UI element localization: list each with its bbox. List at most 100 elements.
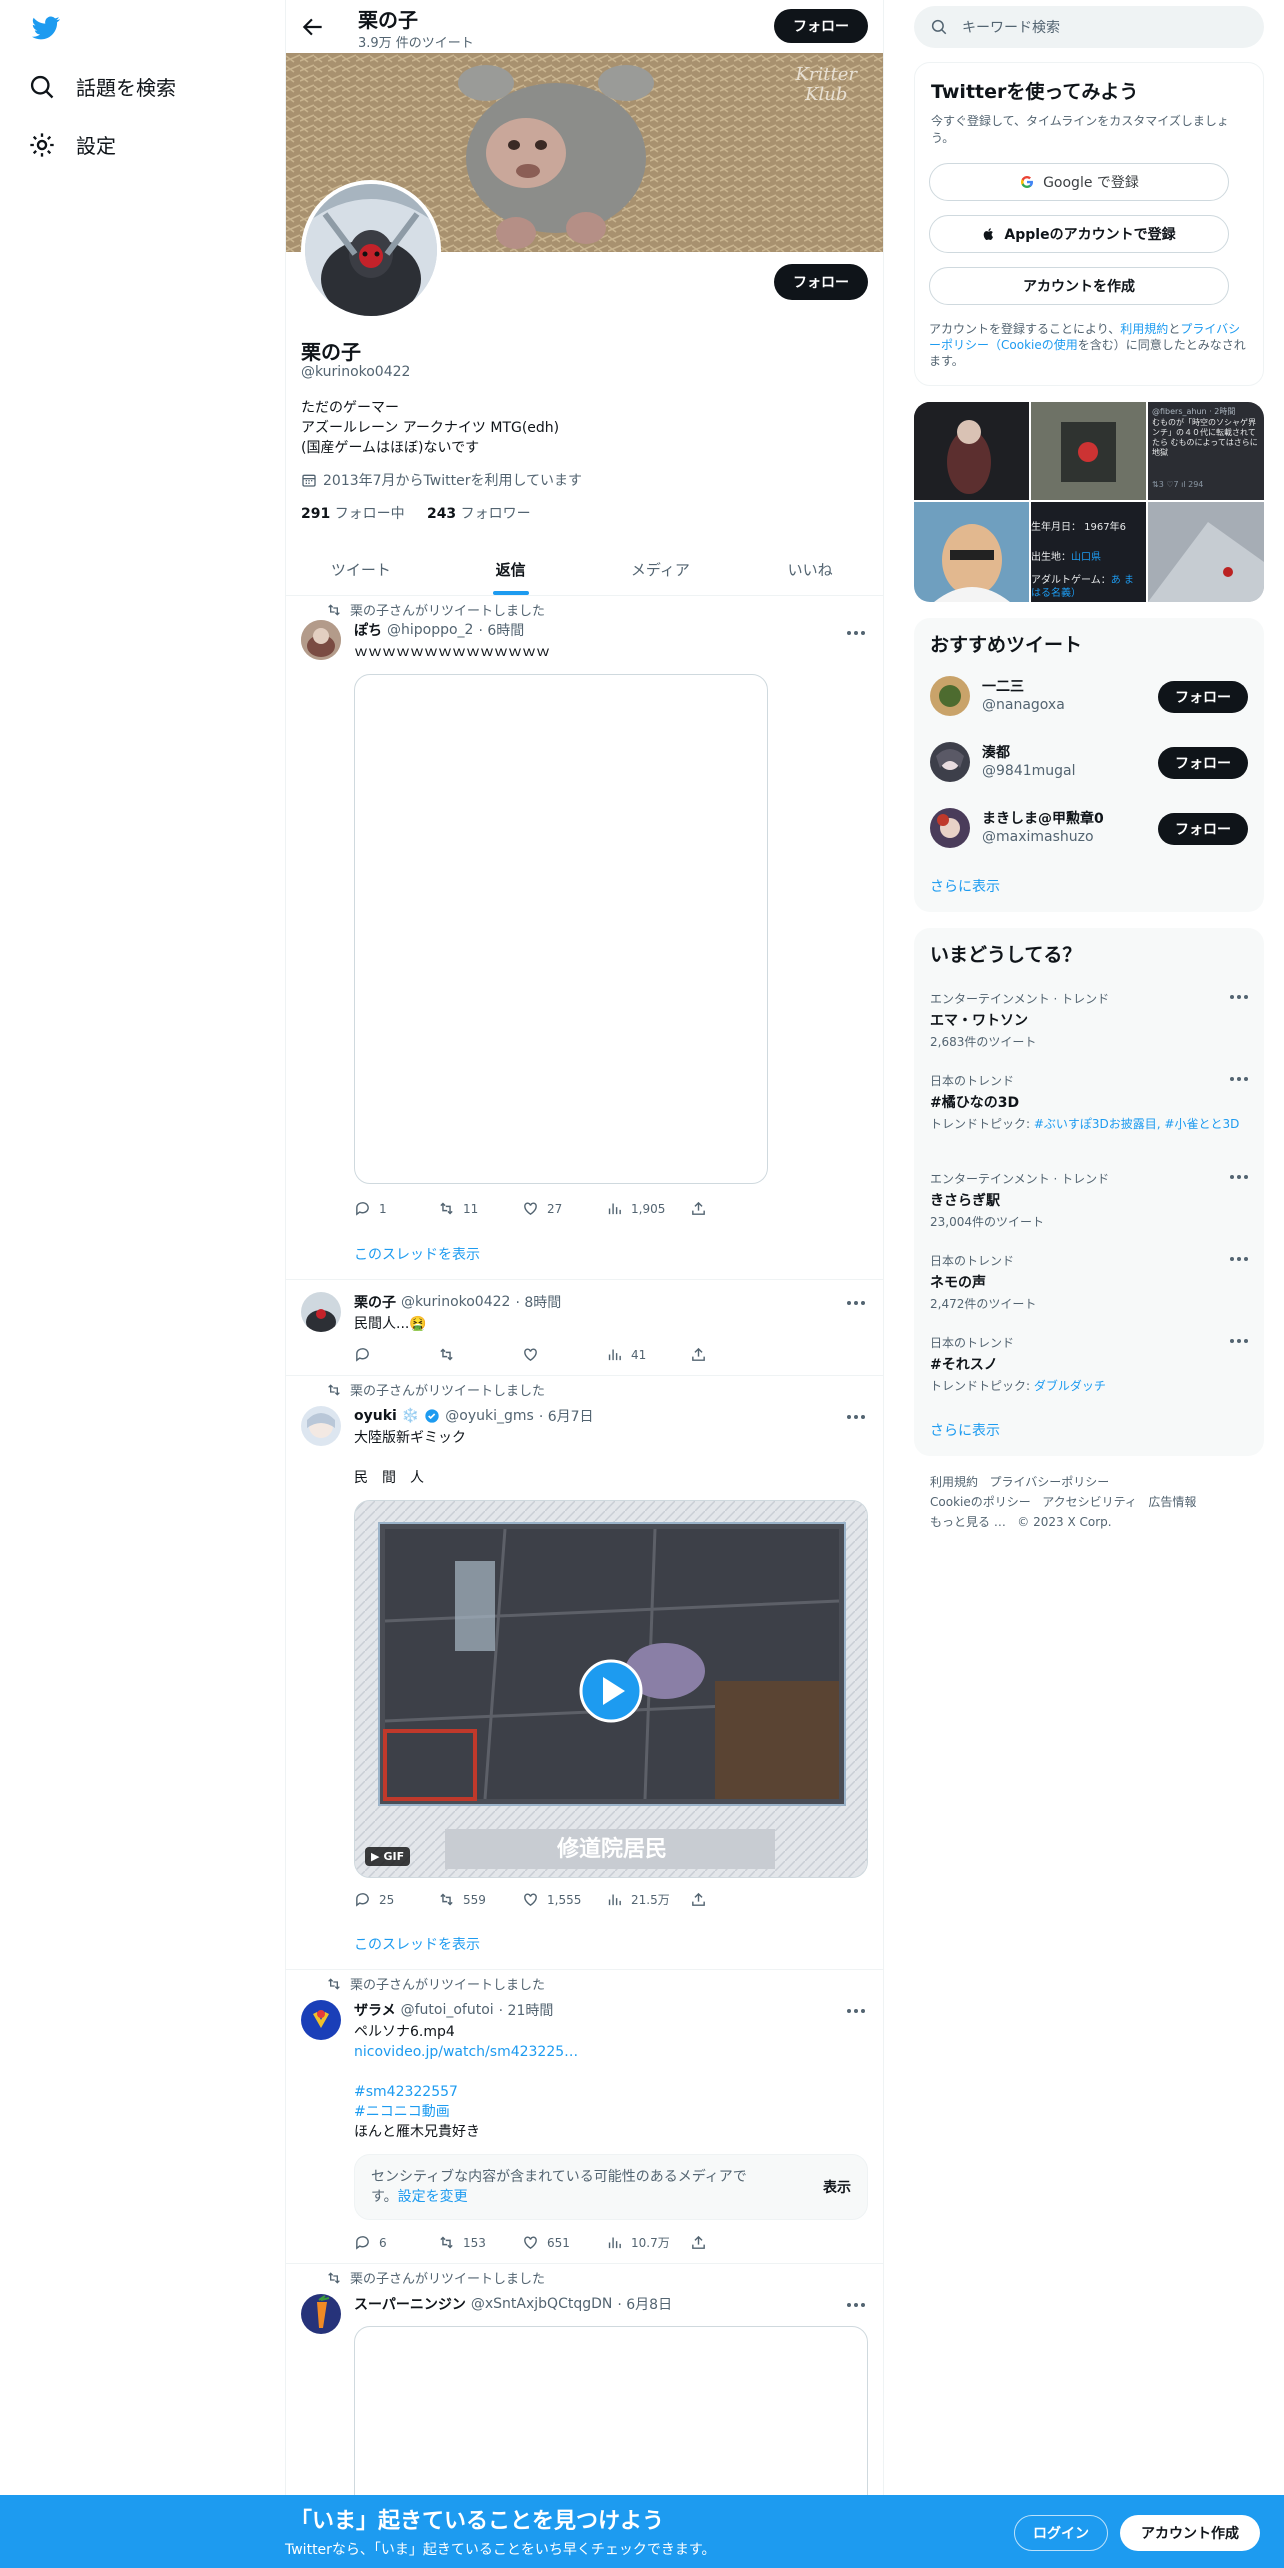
- views-button[interactable]: 1,905: [606, 1200, 690, 1217]
- suggested-user[interactable]: 湊都 @9841mugal フォロー: [930, 736, 1248, 788]
- tweet-time[interactable]: · 21時間: [499, 2000, 554, 2020]
- following-link[interactable]: 291 フォロー中: [301, 506, 405, 522]
- more-icon[interactable]: [847, 1414, 867, 1420]
- footer-more[interactable]: もっと見る …: [930, 1515, 1006, 1529]
- follow-button[interactable]: フォロー: [1158, 681, 1248, 713]
- trend-item[interactable]: 日本のトレンド ネモの声 2,472件のツイート: [930, 1252, 1250, 1312]
- views-button[interactable]: 41: [606, 1346, 690, 1363]
- like-button[interactable]: [522, 1346, 606, 1363]
- profile-avatar[interactable]: [301, 180, 441, 320]
- retweet-button[interactable]: 153: [438, 2234, 522, 2251]
- reply-button[interactable]: 1: [354, 1200, 438, 1217]
- more-icon[interactable]: [847, 2008, 867, 2014]
- share-button[interactable]: [690, 1200, 774, 1217]
- more-icon[interactable]: [1230, 1256, 1250, 1262]
- tweet-link[interactable]: nicovideo.jp/watch/sm423225…: [354, 2042, 578, 2062]
- more-icon[interactable]: [1230, 994, 1250, 1000]
- show-thread-link[interactable]: このスレッドを表示: [354, 1934, 480, 1954]
- tweet-time[interactable]: · 6月7日: [539, 1406, 594, 1426]
- search-input[interactable]: キーワード検索: [914, 6, 1264, 48]
- tweet-avatar[interactable]: [301, 1406, 341, 1446]
- like-button[interactable]: 27: [522, 1200, 606, 1217]
- more-icon[interactable]: [847, 2302, 867, 2308]
- tweet-avatar[interactable]: [301, 2000, 341, 2040]
- tweet-author-handle[interactable]: @xSntAxjbQCtqgDN: [471, 2296, 612, 2312]
- tweet-author-handle[interactable]: @hipoppo_2: [387, 622, 473, 638]
- trend-item[interactable]: エンターテインメント · トレンド きさらぎ駅 23,004件のツイート: [930, 1170, 1250, 1230]
- retweet-button[interactable]: 559: [438, 1891, 522, 1908]
- media-thumb[interactable]: [914, 402, 1029, 500]
- show-more-link[interactable]: さらに表示: [930, 876, 1000, 896]
- tweet-author-name[interactable]: oyuki: [354, 1408, 397, 1424]
- media-thumb-text[interactable]: 生年月日： 1967年6 出生地：山口県 アダルトゲーム：あ まはる名義）: [1031, 502, 1146, 602]
- nav-settings[interactable]: 設定: [28, 130, 116, 159]
- create-account-button[interactable]: アカウントを作成: [929, 267, 1229, 305]
- user-avatar[interactable]: [930, 676, 970, 716]
- media-thumb[interactable]: [1148, 502, 1264, 602]
- retweet-button[interactable]: 11: [438, 1200, 522, 1217]
- reply-button[interactable]: 6: [354, 2234, 438, 2251]
- more-icon[interactable]: [1230, 1076, 1250, 1082]
- follow-button[interactable]: フォロー: [1158, 747, 1248, 779]
- media-thumb-text[interactable]: @fibers_ahun · 2時間 むものが「時空のソシャゲ界ンチ」の４０代に…: [1148, 402, 1264, 500]
- user-avatar[interactable]: [930, 742, 970, 782]
- terms-link[interactable]: 利用規約: [1120, 322, 1168, 336]
- show-media-button[interactable]: 表示: [823, 2177, 851, 2197]
- share-button[interactable]: [690, 2234, 774, 2251]
- tweet-author-name[interactable]: ザラメ: [354, 2000, 396, 2020]
- tweet-time[interactable]: · 8時間: [515, 1292, 561, 1312]
- follow-button[interactable]: フォロー: [1158, 813, 1248, 845]
- tweet-author-name[interactable]: スーパーニンジン: [354, 2294, 466, 2314]
- share-button[interactable]: [690, 1346, 774, 1363]
- tweet-author-name[interactable]: 栗の子: [354, 1292, 396, 1312]
- google-signup-button[interactable]: Google で登録: [929, 163, 1229, 201]
- tweet-time[interactable]: · 6時間: [478, 620, 524, 640]
- share-button[interactable]: [690, 1891, 774, 1908]
- retweet-button[interactable]: [438, 1346, 522, 1363]
- footer-terms[interactable]: 利用規約: [930, 1475, 978, 1489]
- media-thumb[interactable]: [1031, 402, 1146, 500]
- like-button[interactable]: 1,555: [522, 1891, 606, 1908]
- tweet-time[interactable]: · 6月8日: [617, 2294, 672, 2314]
- tweet-author-handle[interactable]: @futoi_ofutoi: [401, 2002, 494, 2018]
- show-thread-link[interactable]: このスレッドを表示: [354, 1244, 480, 1264]
- change-settings-link[interactable]: 設定を変更: [398, 2189, 468, 2205]
- more-icon[interactable]: [1230, 1338, 1250, 1344]
- followers-link[interactable]: 243 フォロワー: [427, 506, 531, 522]
- like-button[interactable]: 651: [522, 2234, 606, 2251]
- tweet-item[interactable]: 栗の子 @kurinoko0422 · 8時間 民間人...🤮 41: [286, 1280, 883, 1376]
- tab-replies[interactable]: 返信: [436, 543, 586, 595]
- login-button[interactable]: ログイン: [1014, 2515, 1108, 2551]
- tweet-avatar[interactable]: [301, 620, 341, 660]
- suggested-user[interactable]: 一二三 @nanagoxa フォロー: [930, 670, 1248, 722]
- tweet-avatar[interactable]: [301, 1292, 341, 1332]
- reply-button[interactable]: [354, 1346, 438, 1363]
- tweet-media-placeholder[interactable]: [354, 674, 768, 1184]
- nav-search[interactable]: 話題を検索: [28, 72, 176, 101]
- trend-item[interactable]: エンターテインメント · トレンド エマ・ワトソン 2,683件のツイート: [930, 990, 1250, 1050]
- footer-accessibility[interactable]: アクセシビリティ: [1042, 1495, 1137, 1509]
- tweet-gif[interactable]: 修道院居民 ▶ GIF: [354, 1500, 868, 1878]
- footer-cookie[interactable]: Cookieのポリシー: [930, 1495, 1031, 1509]
- signup-button[interactable]: アカウント作成: [1120, 2515, 1260, 2551]
- hashtag-link[interactable]: #ニコニコ動画: [354, 2102, 450, 2122]
- tweet-author-handle[interactable]: @oyuki_gms: [445, 1408, 534, 1424]
- tweet-author-handle[interactable]: @kurinoko0422: [401, 1294, 510, 1310]
- back-arrow-icon[interactable]: [300, 14, 326, 40]
- twitter-bird-icon[interactable]: [28, 14, 64, 42]
- show-more-link[interactable]: さらに表示: [930, 1420, 1000, 1440]
- tweet-item[interactable]: 栗の子さんがリツイートしました ザラメ @futoi_ofutoi · 21時間…: [286, 1970, 883, 2264]
- footer-ads[interactable]: 広告情報: [1148, 1495, 1196, 1509]
- more-icon[interactable]: [1230, 1174, 1250, 1180]
- tab-media[interactable]: メディア: [586, 543, 736, 595]
- more-icon[interactable]: [847, 630, 867, 636]
- views-button[interactable]: 10.7万: [606, 2234, 690, 2251]
- user-avatar[interactable]: [930, 808, 970, 848]
- apple-signup-button[interactable]: Appleのアカウントで登録: [929, 215, 1229, 253]
- views-button[interactable]: 21.5万: [606, 1891, 690, 1908]
- reply-button[interactable]: 25: [354, 1891, 438, 1908]
- tab-likes[interactable]: いいね: [735, 543, 883, 595]
- footer-privacy[interactable]: プライバシーポリシー: [989, 1475, 1109, 1489]
- tweet-avatar[interactable]: [301, 2294, 341, 2334]
- tweet-item[interactable]: 栗の子さんがリツイートしました ぽち @hipoppo_2 · 6時間 ｗｗｗｗ…: [286, 596, 883, 1280]
